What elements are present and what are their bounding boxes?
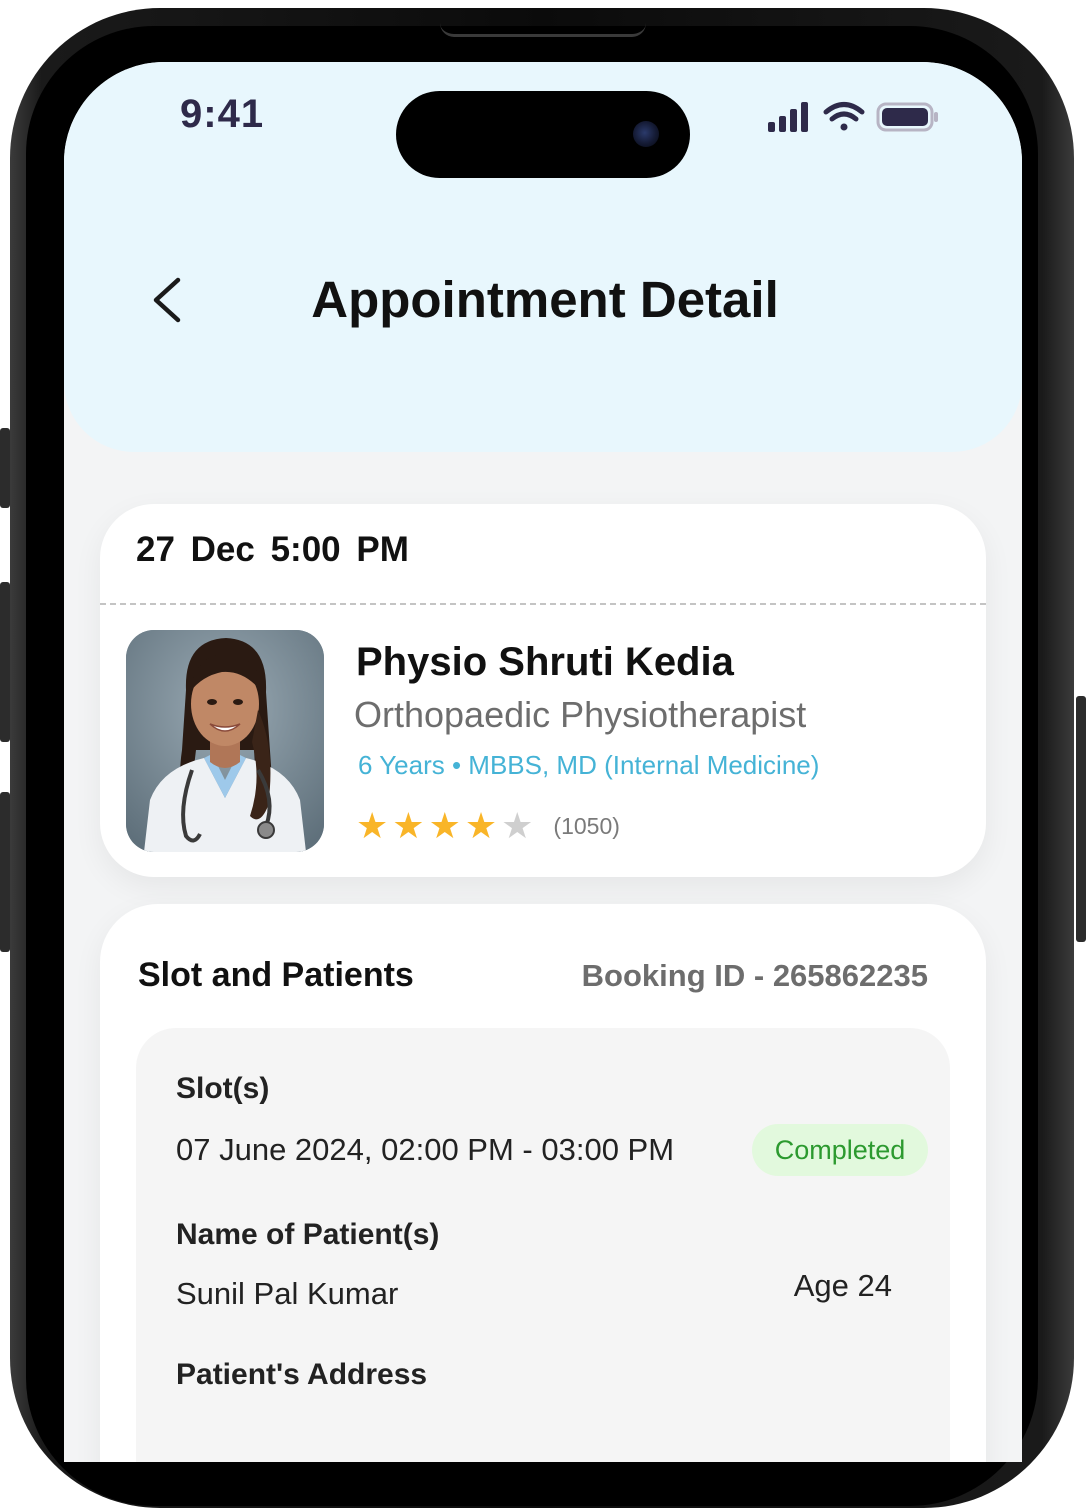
screen: 9:41 Appointment Detail 27 Dec 5:00 PM P…	[64, 62, 1022, 1462]
header: 9:41 Appointment Detail	[64, 62, 1022, 452]
slot-label: Slot(s)	[176, 1072, 270, 1105]
doctor-photo	[126, 630, 324, 852]
dynamic-island	[396, 91, 690, 178]
patient-age: Age 24	[793, 1268, 892, 1303]
doctor-name: Physio Shruti Kedia	[356, 640, 734, 684]
status-icons	[768, 102, 938, 132]
cellular-signal-icon	[768, 102, 808, 132]
volume-up-button	[0, 582, 10, 742]
appointment-card[interactable]: 27 Dec 5:00 PM Physio Shruti Kedia Ortho…	[100, 504, 986, 877]
power-button	[1076, 696, 1086, 942]
slot-patients-card: Slot and Patients Booking ID - 265862235…	[100, 904, 986, 1462]
rating: ★ ★ ★ ★ ★ (1050)	[356, 806, 620, 846]
slot-details-panel: Slot(s) 07 June 2024, 02:00 PM - 03:00 P…	[136, 1028, 950, 1462]
patient-label: Name of Patient(s)	[176, 1218, 440, 1251]
divider	[100, 603, 986, 605]
address-label: Patient's Address	[176, 1358, 428, 1391]
appointment-datetime: 27 Dec 5:00 PM	[136, 530, 409, 569]
battery-icon	[876, 102, 938, 132]
doctor-specialty: Orthopaedic Physiotherapist	[354, 694, 807, 735]
section-heading: Slot and Patients	[138, 956, 414, 994]
volume-down-button	[0, 792, 10, 952]
star-empty-icon: ★	[501, 805, 534, 846]
slot-value: 07 June 2024, 02:00 PM - 03:00 PM	[176, 1132, 675, 1167]
star-icon: ★	[464, 805, 498, 846]
page-title: Appointment Detail	[311, 271, 779, 328]
star-icon: ★	[428, 805, 461, 846]
status-badge: Completed	[752, 1124, 928, 1176]
speaker-grille	[440, 8, 646, 37]
booking-id: Booking ID - 265862235	[581, 958, 928, 993]
wifi-icon	[823, 102, 865, 131]
front-camera	[633, 121, 659, 147]
patient-name: Sunil Pal Kumar	[176, 1276, 399, 1311]
review-count: (1050)	[553, 812, 620, 839]
action-button	[0, 428, 10, 508]
doctor-qualifications: 6 Years • MBBS, MD (Internal Medicine)	[358, 750, 820, 780]
star-icon: ★	[356, 805, 389, 846]
star-icon: ★	[392, 805, 425, 846]
status-time: 9:41	[180, 92, 265, 136]
